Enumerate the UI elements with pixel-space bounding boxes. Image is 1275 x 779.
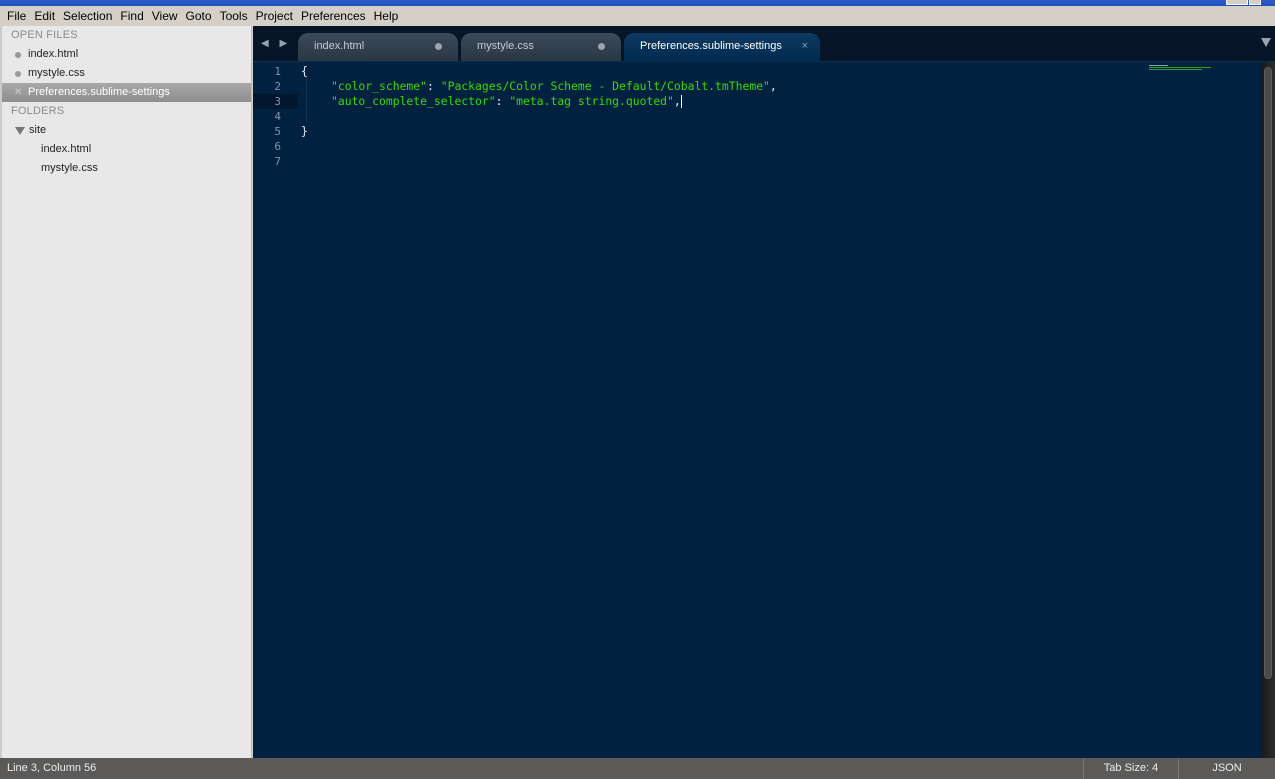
syntax-selector[interactable]: JSON (1178, 758, 1275, 779)
close-icon[interactable]: ✕ (14, 83, 22, 102)
json-value: "Packages/Color Scheme - Default/Cobalt.… (440, 79, 770, 93)
code-text: { (301, 64, 308, 78)
code-line: 2 "color_scheme": "Packages/Color Scheme… (253, 79, 1253, 94)
disclosure-triangle-icon[interactable] (15, 127, 25, 135)
modified-dot-icon (15, 52, 21, 58)
code-line: 6 (253, 139, 1253, 154)
line-number: 2 (274, 80, 281, 93)
line-number: 5 (274, 125, 281, 138)
menu-tools[interactable]: Tools (216, 7, 252, 25)
menu-help[interactable]: Help (370, 7, 403, 25)
json-value: "meta.tag string.quoted" (509, 94, 674, 108)
json-comma: , (673, 94, 681, 108)
minimize-button[interactable] (1226, 0, 1248, 5)
code-text: "auto_complete_selector": "meta.tag stri… (331, 94, 682, 109)
code-line: 1 { (253, 64, 1253, 79)
maximize-button[interactable] (1249, 0, 1261, 5)
tab-menu-chevron-icon[interactable] (1261, 38, 1271, 47)
menu-preferences[interactable]: Preferences (297, 7, 370, 25)
vertical-scrollbar[interactable] (1261, 62, 1275, 758)
tab-label: index.html (314, 40, 365, 52)
tab-size-selector[interactable]: Tab Size: 4 (1083, 758, 1178, 779)
folder-label: site (29, 124, 47, 136)
line-number: 6 (274, 140, 281, 153)
open-file-label: index.html (28, 48, 79, 60)
open-file-item[interactable]: mystyle.css (2, 64, 251, 83)
open-file-label: Preferences.sublime-settings (28, 86, 170, 98)
minimap-line (1149, 67, 1211, 68)
tab-index-html[interactable]: index.html (298, 33, 458, 61)
json-separator: : (427, 79, 441, 93)
line-number: 4 (274, 110, 281, 123)
tab-label: mystyle.css (477, 40, 534, 52)
code-line: 7 (253, 154, 1253, 169)
cursor-position: Line 3, Column 56 (7, 762, 97, 774)
folder-site[interactable]: site (2, 121, 251, 140)
menu-view[interactable]: View (148, 7, 182, 25)
menu-file[interactable]: File (3, 7, 30, 25)
json-key: "auto_complete_selector" (331, 94, 496, 108)
sidebar: OPEN FILES index.html mystyle.css ✕ Pref… (0, 26, 252, 758)
open-file-item[interactable]: index.html (2, 45, 251, 64)
scrollbar-thumb[interactable] (1264, 67, 1272, 679)
line-number: 3 (274, 95, 281, 108)
modified-dot-icon[interactable] (598, 43, 605, 50)
menu-find[interactable]: Find (116, 7, 147, 25)
modified-dot-icon (15, 71, 21, 77)
minimap-line (1149, 69, 1202, 70)
minimap-line (1149, 65, 1168, 66)
tab-mystyle-css[interactable]: mystyle.css (461, 33, 621, 61)
tab-nav-arrows-icon[interactable]: ◀ ▶ (261, 38, 291, 49)
json-key: "color_scheme" (331, 79, 428, 93)
menu-project[interactable]: Project (252, 7, 297, 25)
menu-edit[interactable]: Edit (30, 7, 59, 25)
menu-goto[interactable]: Goto (182, 7, 216, 25)
line-number: 7 (274, 155, 281, 168)
folders-heading: FOLDERS (11, 105, 65, 117)
text-caret (680, 95, 682, 108)
line-number: 1 (274, 65, 281, 78)
open-files-heading: OPEN FILES (11, 29, 78, 41)
minimap[interactable] (1149, 65, 1211, 73)
code-line: 5 } (253, 124, 1253, 139)
json-separator: : (495, 94, 510, 108)
code-text: } (301, 124, 308, 138)
tab-preferences[interactable]: Preferences.sublime-settings × (624, 33, 820, 61)
menu-bar: File Edit Selection Find View Goto Tools… (0, 6, 1275, 26)
tab-label: Preferences.sublime-settings (640, 40, 782, 52)
tab-bar: ◀ ▶ index.html mystyle.css Preferences.s… (253, 26, 1275, 61)
close-icon[interactable]: × (802, 33, 808, 59)
code-line-current: 3 "auto_complete_selector": "meta.tag st… (253, 94, 1253, 109)
folder-file-item[interactable]: mystyle.css (2, 159, 251, 178)
modified-dot-icon[interactable] (435, 43, 442, 50)
code-line: 4 (253, 109, 1253, 124)
code-editor[interactable]: 1 { 2 "color_scheme": "Packages/Color Sc… (253, 61, 1275, 758)
json-comma: , (769, 79, 777, 93)
open-file-label: mystyle.css (28, 67, 85, 79)
folder-file-item[interactable]: index.html (2, 140, 251, 159)
menu-selection[interactable]: Selection (59, 7, 116, 25)
open-file-item-active[interactable]: ✕ Preferences.sublime-settings (2, 83, 251, 102)
status-bar: Line 3, Column 56 Tab Size: 4 JSON (0, 758, 1275, 779)
code-text: "color_scheme": "Packages/Color Scheme -… (331, 79, 777, 94)
